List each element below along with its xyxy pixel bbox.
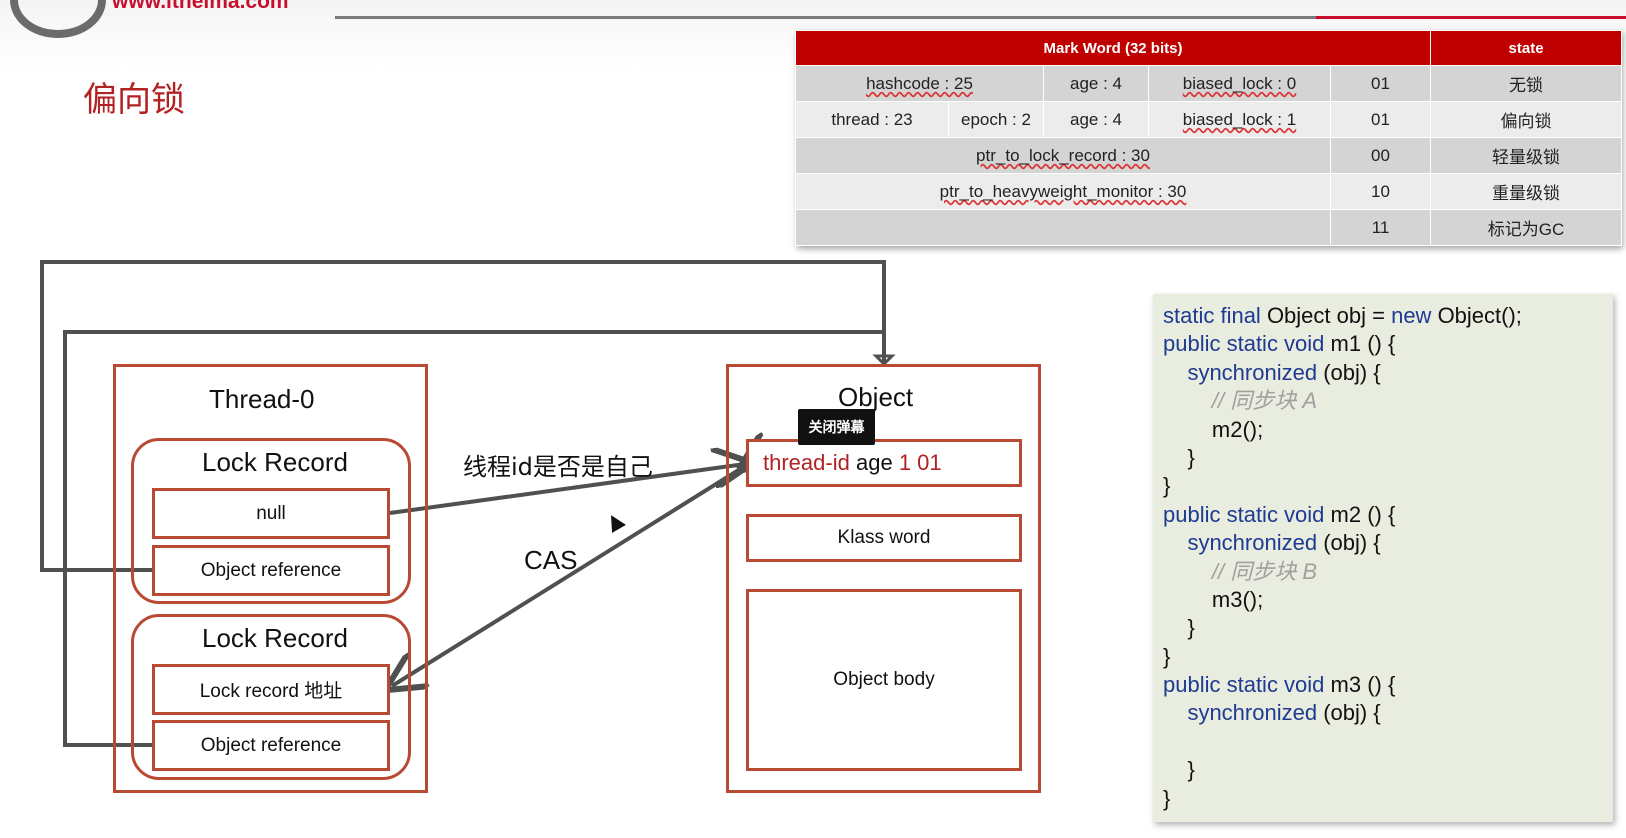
- code-text: (obj) {: [1323, 700, 1381, 726]
- lock-record-2-object-ref: Object reference: [152, 720, 390, 771]
- code-keyword: public static void: [1163, 501, 1331, 527]
- code-line: synchronized (obj) {: [1163, 359, 1613, 387]
- code-text: Object obj =: [1266, 303, 1392, 328]
- code-line: static final Object obj = new Object();: [1163, 302, 1613, 330]
- code-line: public static void m1 () {: [1163, 330, 1613, 358]
- code-text: m3();: [1163, 586, 1264, 612]
- code-line: // 同步块 A: [1163, 387, 1613, 415]
- code-text: Object();: [1437, 303, 1522, 328]
- mark-thread-id: thread-id: [763, 450, 850, 475]
- code-text: }: [1163, 757, 1195, 783]
- arrow-label-cas: CAS: [524, 545, 578, 575]
- code-keyword: synchronized: [1163, 700, 1324, 726]
- lock-record-2-address: Lock record 地址: [152, 664, 390, 715]
- code-comment: // 同步块 A: [1163, 388, 1318, 414]
- code-line: }: [1163, 444, 1613, 472]
- code-text: (obj) {: [1323, 530, 1381, 556]
- code-line: }: [1163, 785, 1613, 813]
- code-line: }: [1163, 472, 1613, 500]
- code-text: m3 () {: [1330, 672, 1396, 698]
- arrow-cas: [392, 466, 745, 686]
- lock-record-1-object-ref: Object reference: [152, 545, 390, 596]
- code-line: }: [1163, 756, 1613, 784]
- code-block: static final Object obj = new Object(); p…: [1153, 294, 1613, 822]
- mark-word-cell: thread-id age 1 01: [746, 439, 1022, 487]
- code-keyword: static final: [1163, 303, 1267, 328]
- lock-record-1-title: Lock Record: [202, 447, 348, 477]
- code-text: (obj) {: [1323, 359, 1381, 385]
- code-keyword: synchronized: [1163, 359, 1324, 385]
- code-keyword: public static void: [1163, 331, 1331, 357]
- code-keyword: public static void: [1163, 672, 1331, 698]
- code-text: }: [1163, 643, 1171, 669]
- mark-bits: 1 01: [898, 450, 942, 475]
- klass-word-cell: Klass word: [746, 514, 1022, 562]
- code-text: m2 () {: [1330, 501, 1396, 527]
- code-line: public static void m2 () {: [1163, 501, 1613, 529]
- code-line: synchronized (obj) {: [1163, 529, 1613, 557]
- object-body-cell: Object body: [746, 589, 1022, 771]
- code-text: m2();: [1163, 416, 1264, 442]
- lock-record-2-title: Lock Record: [202, 623, 348, 653]
- arrow-label-compare: 线程id是否是自己: [463, 453, 653, 481]
- code-line: m2();: [1163, 416, 1613, 444]
- code-text: m1 () {: [1330, 331, 1396, 357]
- code-keyword: new: [1391, 303, 1438, 328]
- code-comment: // 同步块 B: [1163, 558, 1318, 584]
- code-text: }: [1163, 785, 1171, 811]
- code-text: }: [1163, 615, 1195, 641]
- code-line: }: [1163, 643, 1613, 671]
- code-text: }: [1163, 473, 1171, 499]
- lock-record-1-null: null: [152, 488, 390, 539]
- code-line: synchronized (obj) {: [1163, 699, 1613, 727]
- code-line: public static void m3 () {: [1163, 671, 1613, 699]
- code-keyword: synchronized: [1163, 530, 1324, 556]
- mark-age: age: [855, 450, 893, 475]
- code-line: }: [1163, 614, 1613, 642]
- code-line: m3();: [1163, 586, 1613, 614]
- code-line: // 同步块 B: [1163, 558, 1613, 586]
- code-text: }: [1163, 444, 1195, 470]
- thread-title: Thread-0: [209, 384, 315, 414]
- close-danmaku-button[interactable]: 关闭弹幕: [798, 409, 875, 445]
